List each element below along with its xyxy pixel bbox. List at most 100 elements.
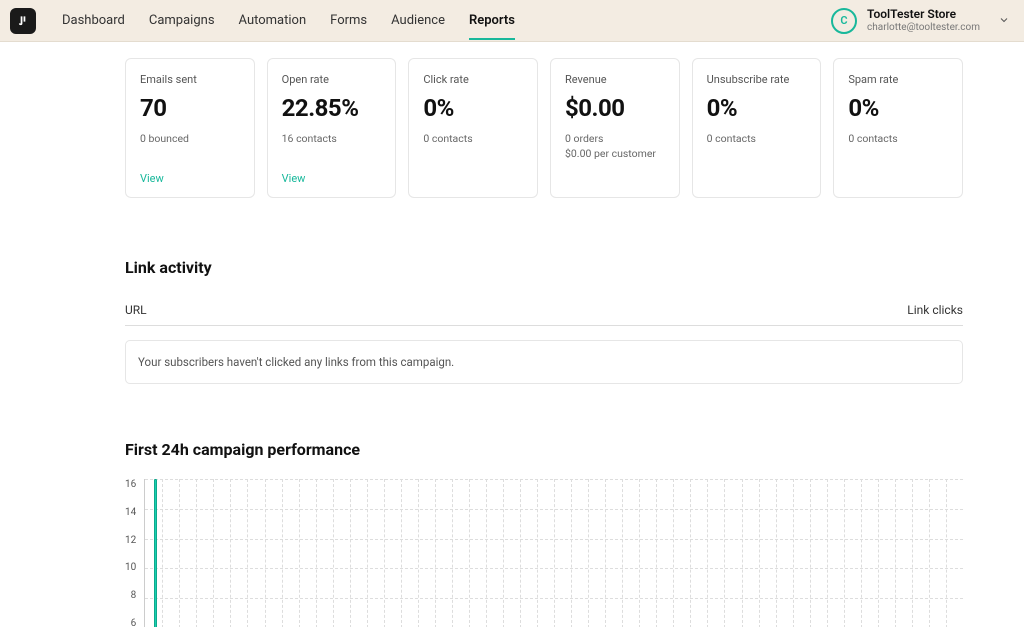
card-label: Emails sent <box>140 73 240 86</box>
chart-plot <box>144 479 963 627</box>
stat-card: Emails sent 70 0 bounced View <box>125 58 255 198</box>
card-value: $0.00 <box>565 94 665 122</box>
grid-v <box>588 479 589 627</box>
stats-cards: Emails sent 70 0 bounced View Open rate 22.85… <box>125 58 963 198</box>
grid-v <box>316 479 317 627</box>
grid-v <box>827 479 828 627</box>
grid-v <box>520 479 521 627</box>
card-value: 0% <box>848 94 948 122</box>
col-url: URL <box>125 303 147 317</box>
grid-v <box>265 479 266 627</box>
grid-v <box>179 479 180 627</box>
nav-item-automation[interactable]: Automation <box>239 1 307 40</box>
card-sub: 0 contacts <box>707 132 807 147</box>
content-container: Emails sent 70 0 bounced View Open rate 22.85… <box>47 58 977 627</box>
grid-v <box>912 479 913 627</box>
nav-item-dashboard[interactable]: Dashboard <box>62 1 125 40</box>
grid-v <box>707 479 708 627</box>
grid-v <box>503 479 504 627</box>
nav-item-reports[interactable]: Reports <box>469 1 515 40</box>
card-value: 22.85% <box>282 94 382 122</box>
grid-v <box>895 479 896 627</box>
card-value: 0% <box>707 94 807 122</box>
account-avatar: C <box>831 8 857 34</box>
grid-v <box>435 479 436 627</box>
grid-v <box>213 479 214 627</box>
grid-v <box>622 479 623 627</box>
grid-v <box>196 479 197 627</box>
grid-v <box>537 479 538 627</box>
grid-v <box>810 479 811 627</box>
grid-v <box>673 479 674 627</box>
grid-v <box>776 479 777 627</box>
nav-item-audience[interactable]: Audience <box>391 1 445 40</box>
grid-v <box>469 479 470 627</box>
chart-bar <box>154 479 157 627</box>
grid-v <box>690 479 691 627</box>
chevron-down-icon <box>998 11 1010 30</box>
stat-card: Click rate0%0 contacts <box>408 58 538 198</box>
grid-v <box>452 479 453 627</box>
ytick: 16 <box>125 479 136 490</box>
card-sub: 16 contacts <box>282 132 382 147</box>
ytick: 12 <box>125 535 136 546</box>
grid-v <box>350 479 351 627</box>
grid-v <box>605 479 606 627</box>
link-table-header: URL Link clicks <box>125 295 963 326</box>
ytick: 14 <box>125 507 136 518</box>
card-value: 70 <box>140 94 240 122</box>
chart-title: First 24h campaign performance <box>125 440 963 459</box>
chart-yaxis: 1614121086 <box>125 479 144 627</box>
grid-v <box>418 479 419 627</box>
card-view-link[interactable]: View <box>282 152 382 185</box>
card-sub: 0 contacts <box>848 132 948 147</box>
grid-v <box>230 479 231 627</box>
stat-card: Open rate 22.85% 16 contacts View <box>267 58 397 198</box>
grid-v <box>247 479 248 627</box>
grid-v <box>486 479 487 627</box>
app-logo[interactable] <box>10 8 36 34</box>
grid-v <box>571 479 572 627</box>
grid-v <box>367 479 368 627</box>
grid-v <box>333 479 334 627</box>
grid-v <box>759 479 760 627</box>
grid-v <box>946 479 947 627</box>
link-activity-title: Link activity <box>125 258 963 277</box>
card-label: Spam rate <box>848 73 948 86</box>
grid-v <box>793 479 794 627</box>
account-meta: ToolTester Store charlotte@tooltester.co… <box>867 8 980 32</box>
grid-v <box>878 479 879 627</box>
grid-v <box>401 479 402 627</box>
ytick: 8 <box>131 590 137 601</box>
card-label: Open rate <box>282 73 382 86</box>
grid-v <box>639 479 640 627</box>
logo-icon <box>16 14 30 28</box>
account-switcher[interactable]: C ToolTester Store charlotte@tooltester.… <box>831 8 1010 34</box>
grid-v <box>384 479 385 627</box>
topbar: Dashboard Campaigns Automation Forms Audienc… <box>0 0 1024 42</box>
col-clicks: Link clicks <box>907 303 963 317</box>
card-sub: 0 orders$0.00 per customer <box>565 132 665 161</box>
grid-v <box>656 479 657 627</box>
grid-v <box>299 479 300 627</box>
card-sub: 0 bounced <box>140 132 240 147</box>
card-view-link[interactable]: View <box>140 152 240 185</box>
grid-v <box>282 479 283 627</box>
chart-wrap: 1614121086 <box>125 479 963 627</box>
nav-item-campaigns[interactable]: Campaigns <box>149 1 215 40</box>
card-label: Revenue <box>565 73 665 86</box>
page-scroll[interactable]: Emails sent 70 0 bounced View Open rate 22.85… <box>0 42 1024 627</box>
grid-v <box>861 479 862 627</box>
card-label: Click rate <box>423 73 523 86</box>
grid-v <box>929 479 930 627</box>
stat-card: Unsubscribe rate 0% 0 contacts <box>692 58 822 198</box>
card-label: Unsubscribe rate <box>707 73 807 86</box>
grid-v <box>742 479 743 627</box>
grid-v <box>844 479 845 627</box>
account-name: ToolTester Store <box>867 8 980 21</box>
stat-card: Revenue $0.00 0 orders$0.00 per customer <box>550 58 680 198</box>
nav-item-forms[interactable]: Forms <box>330 1 367 40</box>
grid-v <box>554 479 555 627</box>
ytick: 10 <box>125 562 136 573</box>
main-nav: Dashboard Campaigns Automation Forms Audienc… <box>62 1 831 40</box>
